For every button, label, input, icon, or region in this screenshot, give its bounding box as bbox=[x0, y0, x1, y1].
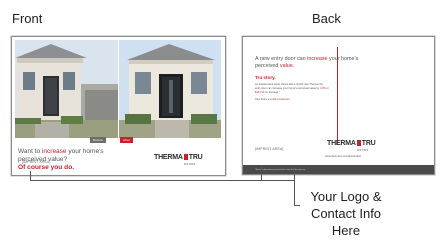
back-logo-mark-icon bbox=[356, 140, 361, 147]
back-body-post: on average.* bbox=[264, 90, 280, 94]
house-photo-after bbox=[119, 40, 221, 138]
callout-line-bracket-tick bbox=[294, 205, 300, 206]
front-logo-left: THERMA bbox=[154, 154, 183, 161]
back-logo-left: THERMA bbox=[327, 140, 356, 147]
back-body: An independent study shows that a stylis… bbox=[255, 83, 329, 94]
front-cta: Of course you do. bbox=[18, 164, 75, 171]
back-body-line2-pre: Now that's a bbox=[255, 98, 270, 101]
callout-line-2: Contact Info bbox=[310, 206, 382, 221]
back-body-mid: or bbox=[325, 86, 329, 90]
back-subhead: Tru story. bbox=[255, 75, 276, 80]
front-logo-sub: DOORS bbox=[184, 163, 196, 166]
back-footer-stripe: *Source: independent perceived value stu… bbox=[243, 165, 434, 174]
back-body-line2: Now that's a smart investment. bbox=[255, 98, 329, 101]
house-before-illustration bbox=[15, 40, 118, 138]
back-body-line2-post: . bbox=[289, 98, 291, 101]
callout-line-3: Here bbox=[331, 223, 361, 238]
front-headline-pre: Want to bbox=[18, 148, 42, 155]
house-after-illustration bbox=[119, 40, 221, 138]
back-headline-pre: A new entry door can bbox=[255, 56, 308, 62]
front-logo: THERMA TRU bbox=[154, 154, 203, 161]
callout-line-bracket-vertical bbox=[294, 168, 295, 206]
front-postcard: Before After Want to increase your home'… bbox=[11, 36, 226, 176]
back-headline-highlight2: value. bbox=[279, 62, 295, 69]
back-body-pre: An independent study shows that a stylis… bbox=[255, 83, 324, 90]
front-logo-mark-icon bbox=[183, 154, 188, 161]
back-website: www.thermatru.com/dreamdoor bbox=[325, 155, 362, 158]
back-headline: A new entry door can increase your home'… bbox=[255, 56, 365, 69]
callout-line-back-vertical bbox=[261, 165, 262, 181]
callout-line-horizontal bbox=[30, 180, 295, 181]
after-badge: After bbox=[120, 137, 134, 143]
back-divider-line bbox=[337, 47, 338, 145]
back-logo-right: TRU bbox=[361, 140, 376, 147]
back-headline-highlight: increase bbox=[307, 56, 328, 62]
back-logo: THERMA TRU bbox=[327, 140, 376, 147]
back-postcard: A new entry door can increase your home'… bbox=[242, 36, 435, 175]
back-body-stat2: $16,713 bbox=[255, 90, 265, 94]
back-label: Back bbox=[312, 11, 341, 26]
front-headline-highlight: increase bbox=[41, 148, 67, 155]
callout-line-1: Your Logo & bbox=[310, 189, 382, 204]
before-badge: Before bbox=[90, 137, 107, 143]
back-imprint-area: [IMPRINT AREA] bbox=[255, 147, 284, 151]
back-logo-sub: DOORS bbox=[357, 149, 369, 152]
house-photo-before bbox=[15, 40, 118, 138]
callout-text: Your Logo & Contact Info Here bbox=[301, 188, 391, 239]
front-imprint-area: [IMPRINT AREA] bbox=[22, 160, 51, 164]
back-body-line2-highlight: smart investment bbox=[269, 98, 290, 101]
front-logo-right: TRU bbox=[188, 154, 203, 161]
back-footer-fineprint: *Source: independent perceived value stu… bbox=[255, 169, 306, 171]
front-label: Front bbox=[12, 11, 43, 26]
